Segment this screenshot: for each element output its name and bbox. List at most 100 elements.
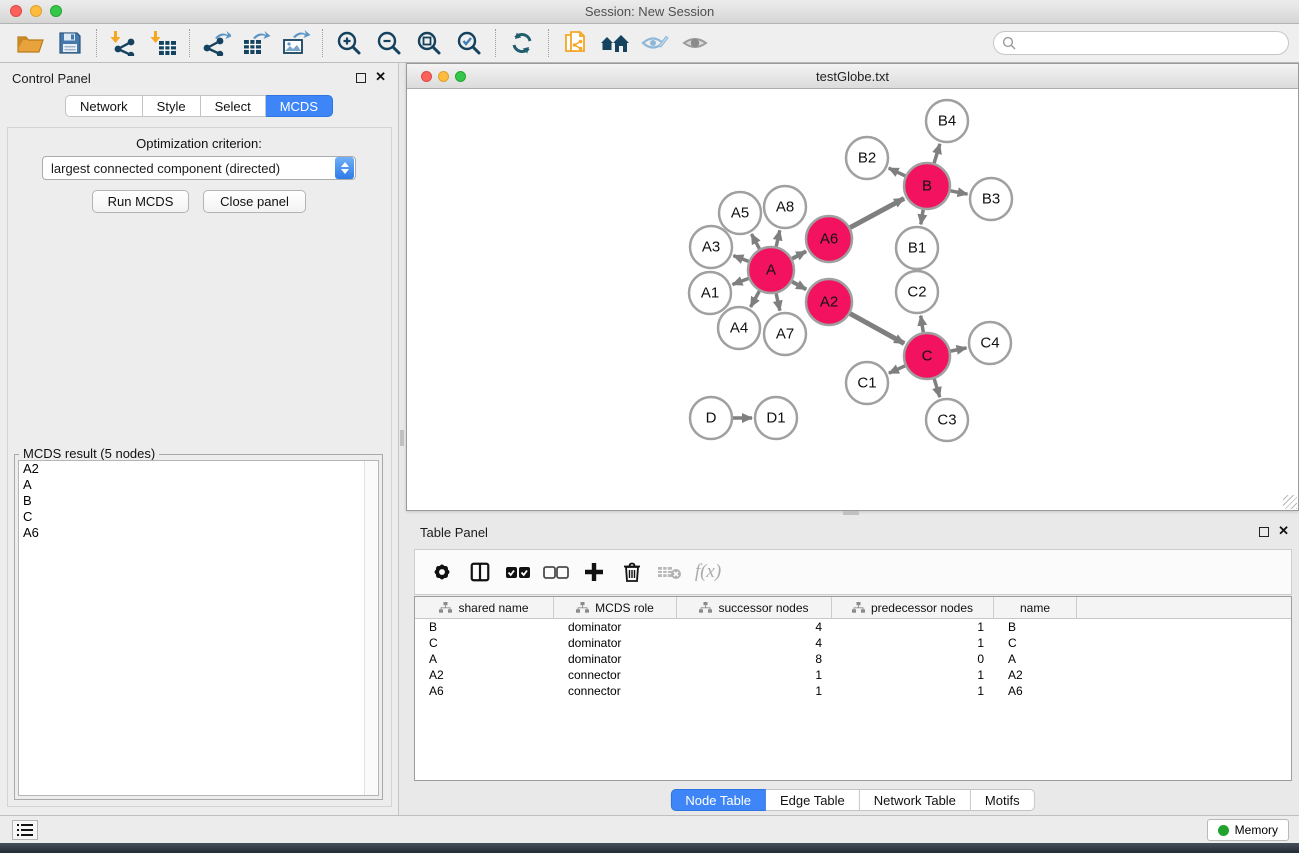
node-B2[interactable]: B2 (846, 137, 888, 179)
delete-button[interactable] (615, 555, 649, 589)
mcds-result-list[interactable]: A2ABCA6 (18, 460, 379, 796)
edge-A-A7[interactable] (776, 293, 780, 310)
show-panel-button[interactable] (675, 27, 715, 59)
tab-network[interactable]: Network (65, 95, 143, 117)
edge-A-A8[interactable] (776, 230, 780, 246)
search-field[interactable] (993, 31, 1289, 55)
node-D1[interactable]: D1 (755, 397, 797, 439)
edge-B-B3[interactable] (951, 191, 968, 194)
table-row[interactable]: Cdominator41C (415, 635, 1291, 651)
splitter-handle-horizontal[interactable] (843, 511, 859, 515)
column-header-successor-nodes[interactable]: successor nodes (677, 597, 832, 618)
result-item[interactable]: C (19, 509, 378, 525)
minimize-window-button[interactable] (30, 5, 42, 17)
run-mcds-button[interactable]: Run MCDS (92, 190, 189, 213)
float-panel-icon[interactable] (356, 73, 366, 83)
close-panel-icon[interactable]: ✕ (1278, 524, 1289, 538)
edge-A-A3[interactable] (733, 256, 748, 262)
edge-C-C2[interactable] (921, 316, 924, 333)
edge-A6-B[interactable] (850, 198, 904, 227)
zoom-fit-button[interactable] (409, 27, 449, 59)
tab-select[interactable]: Select (201, 95, 266, 117)
column-header-MCDS-role[interactable]: MCDS role (554, 597, 677, 618)
close-panel-button[interactable]: Close panel (203, 190, 306, 213)
zoom-window-button[interactable] (50, 5, 62, 17)
table-row[interactable]: Adominator80A (415, 651, 1291, 667)
home-button[interactable] (595, 27, 635, 59)
deselect-all-button[interactable] (539, 555, 573, 589)
zoom-view-button[interactable] (455, 71, 466, 82)
hide-panel-button[interactable] (635, 27, 675, 59)
edge-B-B2[interactable] (889, 168, 906, 176)
export-table-button[interactable] (236, 27, 276, 59)
node-A[interactable]: A (748, 247, 794, 293)
table-row[interactable]: Bdominator41B (415, 619, 1291, 635)
tab-motifs[interactable]: Motifs (971, 789, 1035, 811)
node-B1[interactable]: B1 (896, 227, 938, 269)
column-header-shared-name[interactable]: shared name (415, 597, 554, 618)
node-A5[interactable]: A5 (719, 192, 761, 234)
criterion-select[interactable]: largest connected component (directed) (42, 156, 356, 180)
function-builder-button[interactable]: f(x) (691, 555, 725, 589)
import-table-button[interactable] (143, 27, 183, 59)
node-C[interactable]: C (904, 333, 950, 379)
network-canvas[interactable]: B4 B2 B B3 A8 A5 A6 A3 B1 A A1 C2 A2 (407, 89, 1298, 510)
node-C3[interactable]: C3 (926, 399, 968, 441)
columns-button[interactable] (463, 555, 497, 589)
node-C2[interactable]: C2 (896, 271, 938, 313)
node-B[interactable]: B (904, 163, 950, 209)
result-item[interactable]: A2 (19, 461, 378, 477)
edge-B-B1[interactable] (921, 210, 923, 225)
close-window-button[interactable] (10, 5, 22, 17)
network-file-button[interactable] (555, 27, 595, 59)
node-A4[interactable]: A4 (718, 307, 760, 349)
splitter-handle-vertical[interactable] (400, 430, 404, 446)
node-A8[interactable]: A8 (764, 186, 806, 228)
select-all-button[interactable] (501, 555, 535, 589)
node-D[interactable]: D (690, 397, 732, 439)
add-column-button[interactable] (577, 555, 611, 589)
tab-network-table[interactable]: Network Table (860, 789, 971, 811)
edge-C-C1[interactable] (889, 366, 905, 373)
node-C1[interactable]: C1 (846, 362, 888, 404)
refresh-button[interactable] (502, 27, 542, 59)
result-item[interactable]: A (19, 477, 378, 493)
zoom-in-button[interactable] (329, 27, 369, 59)
tab-node-table[interactable]: Node Table (670, 789, 766, 811)
tab-style[interactable]: Style (143, 95, 201, 117)
node-A3[interactable]: A3 (690, 226, 732, 268)
save-session-button[interactable] (50, 27, 90, 59)
result-item[interactable]: B (19, 493, 378, 509)
node-A7[interactable]: A7 (764, 313, 806, 355)
open-session-button[interactable] (10, 27, 50, 59)
float-panel-icon[interactable] (1259, 527, 1269, 537)
export-image-button[interactable] (276, 27, 316, 59)
close-view-button[interactable] (421, 71, 432, 82)
node-B3[interactable]: B3 (970, 178, 1012, 220)
minimize-view-button[interactable] (438, 71, 449, 82)
node-B4[interactable]: B4 (926, 100, 968, 142)
search-input[interactable] (1020, 33, 1288, 53)
network-graph[interactable]: B4 B2 B B3 A8 A5 A6 A3 B1 A A1 C2 A2 (407, 89, 1298, 510)
node-A1[interactable]: A1 (689, 272, 731, 314)
tab-mcds[interactable]: MCDS (266, 95, 333, 117)
tab-edge-table[interactable]: Edge Table (766, 789, 860, 811)
edge-B-B4[interactable] (934, 144, 940, 163)
zoom-selected-button[interactable] (449, 27, 489, 59)
edge-A-A1[interactable] (733, 279, 749, 285)
edge-A-A4[interactable] (751, 291, 760, 307)
close-panel-icon[interactable]: ✕ (375, 70, 386, 84)
gear-button[interactable] (425, 555, 459, 589)
edge-C-C4[interactable] (951, 348, 967, 351)
node-C4[interactable]: C4 (969, 322, 1011, 364)
resize-grip[interactable] (1283, 495, 1297, 509)
edge-A-A2[interactable] (792, 282, 806, 290)
edge-C-C3[interactable] (934, 379, 940, 397)
edge-A-A6[interactable] (792, 251, 806, 258)
import-network-button[interactable] (103, 27, 143, 59)
edge-A-A5[interactable] (752, 234, 760, 249)
table-row[interactable]: A2connector11A2 (415, 667, 1291, 683)
column-header-predecessor-nodes[interactable]: predecessor nodes (832, 597, 994, 618)
memory-button[interactable]: Memory (1207, 819, 1289, 841)
scrollbar-track[interactable] (364, 461, 378, 795)
